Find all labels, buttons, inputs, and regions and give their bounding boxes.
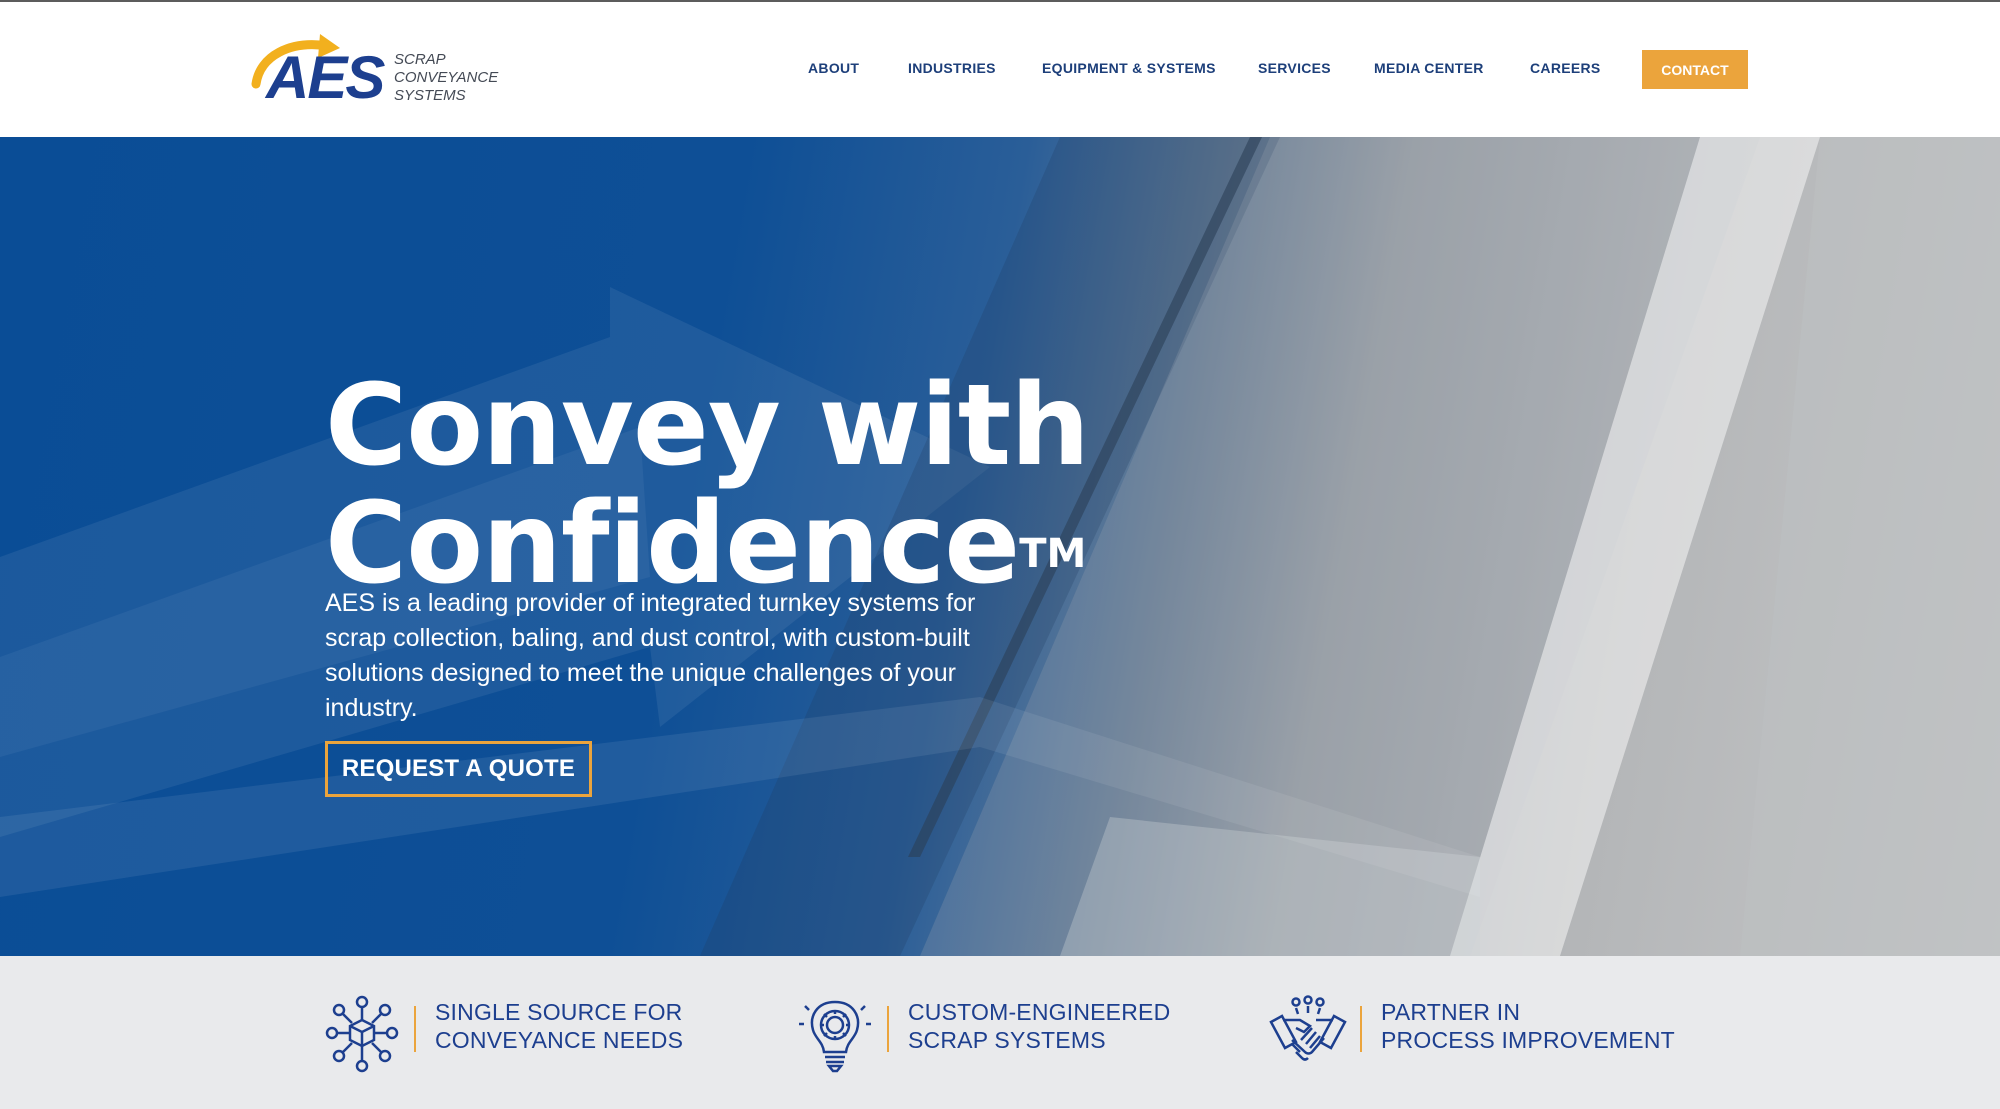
site-header: AES SCRAP CONVEYANCE SYSTEMS ABOUT INDUS…	[0, 2, 2000, 137]
feature-label-line: CUSTOM-ENGINEERED	[908, 999, 1171, 1025]
nav-item-about[interactable]: ABOUT	[808, 60, 859, 76]
nav-item-services[interactable]: SERVICES	[1258, 60, 1331, 76]
hero-title: Convey with ConfidenceTM	[325, 367, 1125, 603]
feature-label-line: PROCESS IMPROVEMENT	[1381, 1027, 1675, 1053]
feature-label: CUSTOM-ENGINEERED SCRAP SYSTEMS	[908, 998, 1268, 1054]
hero-section: Convey with ConfidenceTM AES is a leadin…	[0, 137, 2000, 956]
feature-divider	[887, 1006, 889, 1052]
feature-divider	[1360, 1006, 1362, 1052]
feature-label-line: CONVEYANCE NEEDS	[435, 1027, 684, 1053]
feature-label-line: SCRAP SYSTEMS	[908, 1027, 1106, 1053]
network-cube-icon	[325, 995, 399, 1073]
handshake-icon	[1269, 995, 1347, 1061]
feature-label: SINGLE SOURCE FOR CONVEYANCE NEEDS	[435, 998, 795, 1054]
contact-button[interactable]: CONTACT	[1642, 50, 1748, 89]
hero-description: AES is a leading provider of integrated …	[325, 589, 976, 722]
feature-divider	[414, 1006, 416, 1052]
nav-item-industries[interactable]: INDUSTRIES	[908, 60, 996, 76]
feature-label: PARTNER IN PROCESS IMPROVEMENT	[1381, 998, 1741, 1054]
feature-label-line: SINGLE SOURCE FOR	[435, 999, 683, 1025]
nav-item-careers[interactable]: CAREERS	[1530, 60, 1601, 76]
nav-item-equipment-systems[interactable]: EQUIPMENT & SYSTEMS	[1042, 60, 1216, 76]
trademark-symbol: TM	[1019, 531, 1087, 578]
main-nav: ABOUT INDUSTRIES EQUIPMENT & SYSTEMS SER…	[0, 2, 2000, 137]
hero-title-line: Convey with	[325, 361, 1090, 492]
request-quote-button[interactable]: REQUEST A QUOTE	[325, 741, 592, 797]
nav-item-media-center[interactable]: MEDIA CENTER	[1374, 60, 1484, 76]
feature-label-line: PARTNER IN	[1381, 999, 1521, 1025]
lightbulb-gear-icon	[799, 1000, 871, 1073]
features-bar: SINGLE SOURCE FOR CONVEYANCE NEEDS CUSTO…	[0, 956, 2000, 1109]
